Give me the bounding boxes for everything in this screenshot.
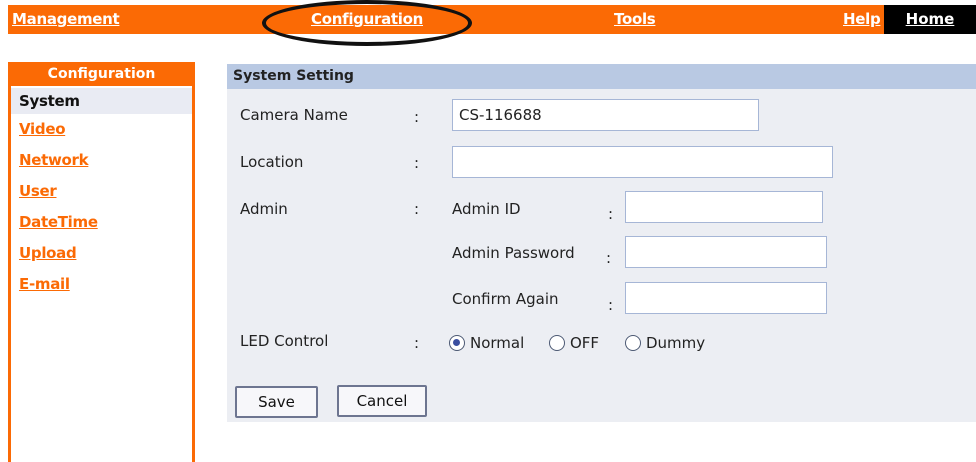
location-colon: :: [414, 154, 420, 172]
confirm-again-input[interactable]: [625, 282, 827, 314]
admin-id-colon: :: [608, 205, 614, 223]
led-off-label: OFF: [570, 334, 600, 352]
admin-password-label: Admin Password: [452, 244, 575, 262]
led-normal-radio[interactable]: [449, 335, 465, 351]
nav-management[interactable]: Management: [12, 5, 120, 34]
nav-home[interactable]: Home: [884, 5, 976, 34]
sidebar-item-user[interactable]: User: [11, 176, 192, 207]
sidebar-item-system[interactable]: System: [11, 88, 192, 114]
sidebar-item-datetime[interactable]: DateTime: [11, 207, 192, 238]
sidebar-item-video[interactable]: Video: [11, 114, 192, 145]
nav-help[interactable]: Help: [843, 5, 881, 34]
led-normal-label: Normal: [470, 334, 525, 352]
sidebar: Configuration System Video Network User …: [8, 62, 195, 462]
nav-configuration[interactable]: Configuration: [311, 5, 423, 34]
admin-id-input[interactable]: [625, 191, 823, 223]
system-setting-panel: System Setting Camera Name : Location : …: [227, 64, 976, 422]
sidebar-item-email[interactable]: E-mail: [11, 269, 192, 300]
led-control-label: LED Control: [240, 332, 329, 350]
confirm-again-colon: :: [608, 296, 614, 314]
admin-id-label: Admin ID: [452, 200, 521, 218]
led-dummy-radio[interactable]: [625, 335, 641, 351]
camera-name-input[interactable]: [452, 99, 759, 131]
sidebar-title: Configuration: [11, 62, 192, 86]
camera-name-label: Camera Name: [240, 106, 348, 124]
cancel-button[interactable]: Cancel: [337, 385, 427, 417]
admin-colon: :: [414, 200, 420, 218]
camera-name-colon: :: [414, 108, 420, 126]
admin-password-input[interactable]: [625, 236, 827, 268]
location-input[interactable]: [452, 146, 833, 178]
led-control-colon: :: [414, 334, 420, 352]
led-off-radio[interactable]: [549, 335, 565, 351]
confirm-again-label: Confirm Again: [452, 290, 559, 308]
sidebar-item-network[interactable]: Network: [11, 145, 192, 176]
panel-title: System Setting: [227, 64, 976, 89]
sidebar-item-upload[interactable]: Upload: [11, 238, 192, 269]
admin-label: Admin: [240, 200, 288, 218]
top-nav-bar: Management Configuration Tools Help Home: [8, 5, 976, 34]
admin-password-colon: :: [606, 249, 612, 267]
save-button[interactable]: Save: [235, 386, 318, 418]
nav-tools[interactable]: Tools: [614, 5, 656, 34]
location-label: Location: [240, 153, 304, 171]
led-dummy-label: Dummy: [646, 334, 706, 352]
